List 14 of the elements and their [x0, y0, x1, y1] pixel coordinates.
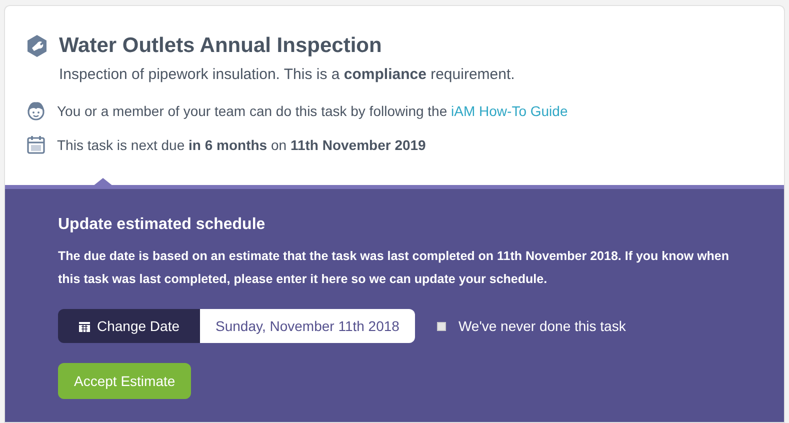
guidance-text: You or a member of your team can do this task by following the iAM How-To Guide [57, 102, 568, 121]
panel-description: The due date is based on an estimate that the task was last completed on 11th November 2018. If you know when this task was last completed, please enter it here so we can update your schedule. [58, 248, 730, 288]
person-icon [25, 100, 47, 122]
date-field[interactable]: Sunday, November 11th 2018 [200, 309, 416, 343]
calendar-icon [25, 134, 47, 156]
task-description: Inspection of pipework insulation. This is a compliance requirement. [59, 64, 516, 84]
never-done-checkbox[interactable] [437, 322, 446, 330]
checkbox-label: We've never done this task [458, 316, 626, 336]
due-date-text: This task is next due in 6 months on 11th November 2019 [57, 136, 426, 154]
wrench-icon [25, 34, 49, 58]
change-date-button[interactable]: Change Date [58, 309, 200, 343]
task-title: Water Outlets Annual Inspection [59, 33, 382, 59]
calendar-icon [78, 320, 91, 332]
panel-heading: Update estimated schedule [58, 215, 266, 235]
